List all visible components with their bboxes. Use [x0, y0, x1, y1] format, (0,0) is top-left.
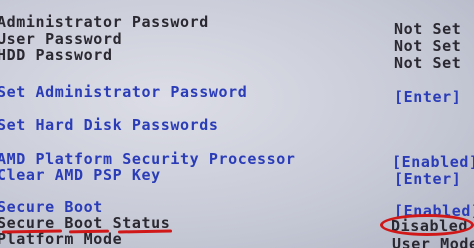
- user-password-value: Not Set: [394, 37, 462, 55]
- annotation-underline-status: [117, 229, 173, 234]
- clear-amd-psp-key-item[interactable]: Clear AMD PSP Key: [0, 167, 161, 184]
- set-administrator-password-enter[interactable]: [Enter]: [394, 89, 461, 106]
- bios-security-screen: Administrator Password Not Set User Pass…: [0, 0, 474, 248]
- hdd-password-value: Not Set: [394, 54, 462, 72]
- platform-mode-label: Platform Mode: [0, 230, 123, 248]
- amd-platform-security-processor-value[interactable]: [Enabled]: [392, 154, 474, 171]
- set-hard-disk-passwords-item[interactable]: Set Hard Disk Passwords: [0, 117, 219, 134]
- administrator-password-label: Administrator Password: [0, 13, 209, 31]
- platform-mode-value: User Mode: [392, 235, 474, 248]
- set-administrator-password-item[interactable]: Set Administrator Password: [0, 84, 247, 101]
- hdd-password-label: HDD Password: [0, 46, 113, 64]
- annotation-circle-disabled: [380, 214, 474, 236]
- administrator-password-value: Not Set: [394, 20, 462, 38]
- clear-amd-psp-key-enter[interactable]: [Enter]: [394, 171, 461, 188]
